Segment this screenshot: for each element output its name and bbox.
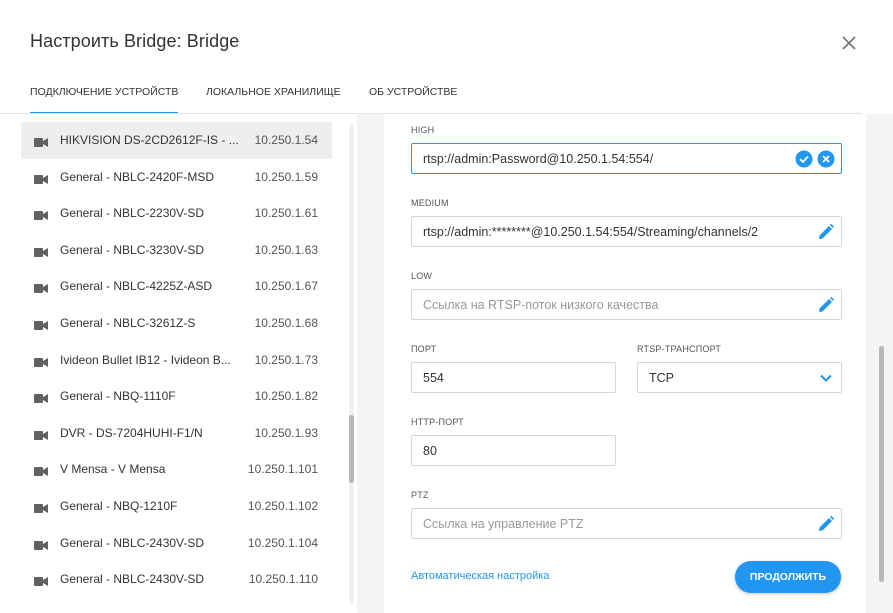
camera-icon [34,245,48,263]
device-ip: 10.250.1.63 [254,242,318,257]
device-name: V Mensa - V Mensa [60,462,166,477]
device-name: General - NBLC-4225Z-ASD [60,279,213,294]
tab-about-device[interactable]: ОБ УСТРОЙСТВЕ [369,86,457,98]
camera-icon [34,501,48,519]
device-ip: 10.250.1.61 [254,206,318,221]
device-ip: 10.250.1.110 [248,572,318,587]
close-icon[interactable] [838,32,860,54]
device-list-item[interactable]: General - NBLC-3230V-SD 10.250.1.63 [21,232,332,269]
pencil-icon[interactable] [817,515,835,533]
device-name: General - NBLC-2430V-SD [60,572,205,587]
device-list-item[interactable]: General - NBQ-1210F 10.250.1.102 [21,488,332,525]
camera-icon [34,281,48,299]
tab-local-storage[interactable]: ЛОКАЛЬНОЕ ХРАНИЛИЩЕ [206,86,341,98]
pencil-icon[interactable] [817,223,835,241]
camera-icon [34,318,48,336]
device-list-item[interactable]: HIKVISION DS-2CD2612F-IS - ... 10.250.1.5… [21,122,332,159]
camera-icon [34,135,48,153]
settings-scroll-thumb[interactable] [879,346,884,582]
rtsp-transport-label: RTSP-ТРАНСПОРТ [637,344,722,354]
camera-icon [34,391,48,409]
low-stream-placeholder: Ссылка на RTSP-поток низкого качества [423,298,659,312]
device-name: General - NBQ-1210F [60,499,178,513]
device-list-item[interactable]: General - NBLC-2230V-SD 10.250.1.61 [21,195,332,232]
device-list-scroll-thumb[interactable] [349,415,354,483]
continue-button[interactable]: ПРОДОЛЖИТЬ [735,561,841,593]
panel-gutter [357,114,384,613]
ptz-label: PTZ [411,490,429,500]
device-name: General - NBLC-2230V-SD [60,206,205,221]
rtsp-transport-select[interactable]: TCP [637,362,842,393]
device-list-item[interactable]: General - NBLC-2430V-SD 10.250.1.104 [21,525,332,562]
medium-label: MEDIUM [411,198,449,208]
device-name: General - NBLC-3261Z-S [60,316,196,330]
device-name: Ivideon Bullet IB12 - Ivideon B... [60,352,231,367]
camera-icon [34,428,48,446]
dialog-title: Настроить Bridge: Bridge [30,31,240,51]
device-list-item[interactable]: V Mensa - V Mensa 10.250.1.101 [21,451,332,488]
ptz-placeholder: Ссылка на управление PTZ [423,517,584,531]
device-list-item[interactable]: General - NBLC-2430V-SD 10.250.1.110 [21,561,332,598]
camera-icon [34,208,48,226]
low-stream-input[interactable]: Ссылка на RTSP-поток низкого качества [411,289,842,320]
camera-icon [34,538,48,556]
port-input[interactable]: 554 [411,362,616,393]
device-ip: 10.250.1.54 [254,133,318,147]
high-stream-input[interactable]: rtsp://admin:Password@10.250.1.54:554/ [411,143,842,174]
device-ip: 10.250.1.82 [254,389,318,404]
device-name: General - NBLC-3230V-SD [60,242,205,257]
device-ip: 10.250.1.59 [254,169,318,184]
chevron-down-icon[interactable] [817,369,835,387]
rtsp-transport-value: TCP [649,371,674,385]
device-ip: 10.250.1.67 [254,279,318,294]
camera-icon [34,574,48,592]
device-ip: 10.250.1.102 [247,499,318,513]
high-label: HIGH [411,125,435,135]
clear-circle-icon[interactable] [817,150,835,168]
port-label: ПОРТ [411,344,437,354]
device-name: General - NBLC-2430V-SD [60,535,205,550]
high-stream-value: rtsp://admin:Password@10.250.1.54:554/ [423,152,654,166]
tab-device-connection[interactable]: ПОДКЛЮЧЕНИЕ УСТРОЙСТВ [30,86,179,114]
camera-icon [34,355,48,373]
low-label: LOW [411,271,433,281]
ptz-input[interactable]: Ссылка на управление PTZ [411,508,842,539]
pencil-icon[interactable] [817,296,835,314]
port-value: 554 [423,371,444,385]
device-ip: 10.250.1.101 [247,462,318,477]
device-name: General - NBLC-2420F-MSD [60,169,215,184]
http-port-value: 80 [423,444,437,458]
device-ip: 10.250.1.104 [247,535,318,550]
camera-icon [34,464,48,482]
device-list-item[interactable]: DVR - DS-7204HUHI-F1/N 10.250.1.93 [21,415,332,452]
device-list-item[interactable]: General - NBLC-2420F-MSD 10.250.1.59 [21,159,332,196]
device-list-item[interactable]: General - NBLC-4225Z-ASD 10.250.1.67 [21,268,332,305]
device-list-item[interactable]: Ivideon Bullet IB12 - Ivideon B... 10.250… [21,342,332,379]
device-name: HIKVISION DS-2CD2612F-IS - ... [60,133,239,147]
device-ip: 10.250.1.73 [254,352,318,367]
camera-icon [34,172,48,190]
device-name: General - NBQ-1110F [60,389,176,404]
configure-bridge-dialog: Настроить Bridge: Bridge ПОДКЛЮЧЕНИЕ УСТ… [0,0,893,613]
device-list-scrollbar[interactable] [349,124,354,604]
device-ip: 10.250.1.93 [254,425,318,440]
http-port-label: HTTP-ПОРТ [411,417,464,427]
device-list-item[interactable]: General - NBLC-3261Z-S 10.250.1.68 [21,305,332,342]
device-list-item[interactable]: General - NBQ-1110F 10.250.1.82 [21,378,332,415]
device-ip: 10.250.1.68 [254,316,318,330]
medium-stream-input[interactable]: rtsp://admin:********@10.250.1.54:554/St… [411,216,842,247]
check-circle-icon[interactable] [795,150,813,168]
auto-setup-link[interactable]: Автоматическая настройка [411,570,549,582]
medium-stream-value: rtsp://admin:********@10.250.1.54:554/St… [423,225,759,239]
http-port-input[interactable]: 80 [411,435,616,466]
device-name: DVR - DS-7204HUHI-F1/N [60,425,203,440]
